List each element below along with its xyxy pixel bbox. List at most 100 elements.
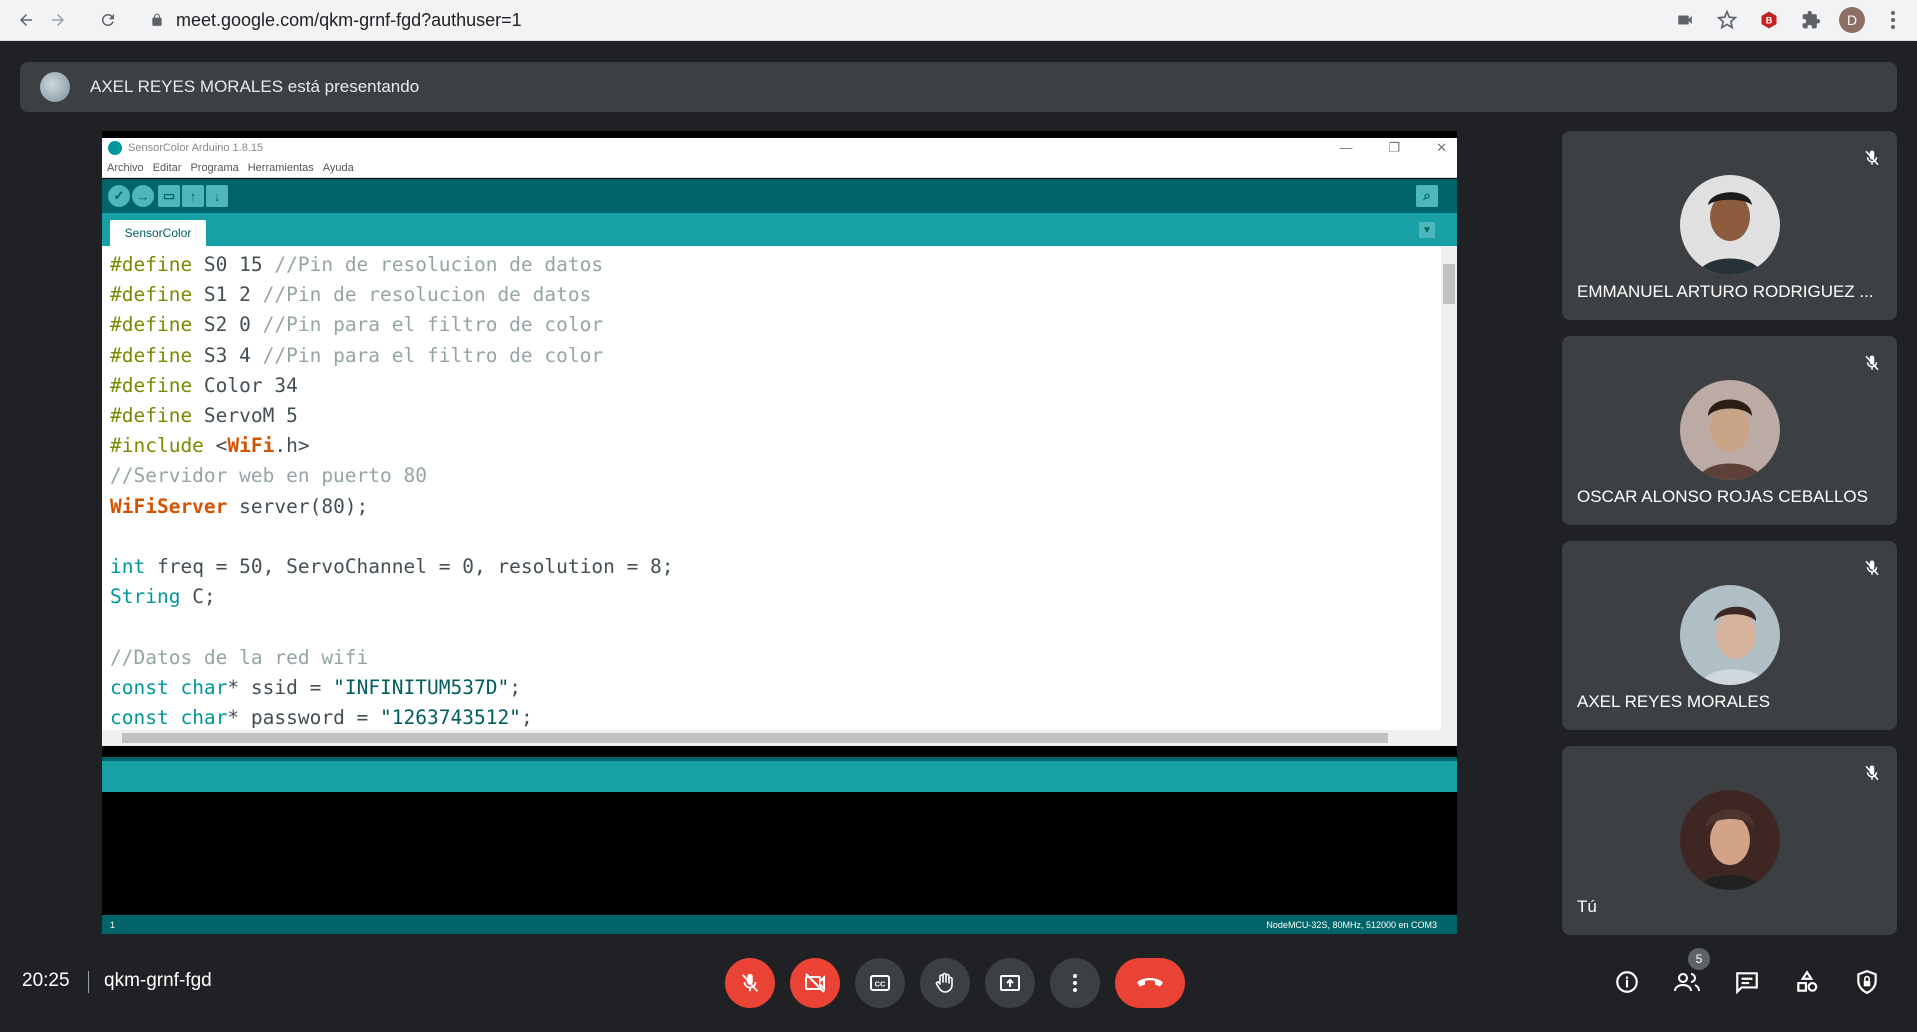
minimize-icon: —: [1339, 140, 1353, 155]
code-token: char: [180, 675, 228, 699]
vertical-scrollbar: [1441, 246, 1457, 730]
code-token: //Servidor web en puerto 80: [110, 464, 427, 488]
camera-toggle-button[interactable]: [790, 958, 840, 1008]
code-token: WiFi: [227, 434, 275, 458]
code-token: "INFINITUM537D": [333, 675, 510, 699]
captions-button[interactable]: CC: [855, 958, 905, 1008]
code-token: char: [180, 706, 228, 730]
code-token: #define: [110, 404, 193, 428]
activities-icon: [1797, 970, 1818, 992]
verify-icon: ✓: [108, 185, 130, 207]
reload-icon[interactable]: [94, 6, 122, 34]
browser-actions: B D: [1671, 6, 1907, 34]
ide-footer: 1 NodeMCU-32S, 80MHz, 512000 en COM3: [102, 915, 1457, 934]
menu-icon[interactable]: [1879, 6, 1907, 34]
url-host: meet.google.com: [176, 9, 315, 30]
star-icon[interactable]: [1713, 6, 1741, 34]
svg-text:CC: CC: [875, 980, 886, 989]
menu-archivo: Archivo: [107, 161, 144, 174]
present-button[interactable]: [985, 958, 1035, 1008]
ide-console: [102, 792, 1457, 918]
menu-herramientas: Herramientas: [247, 161, 314, 174]
participant-tile[interactable]: EMMANUEL ARTURO RODRIGUEZ ...: [1562, 131, 1897, 320]
code-token: ServoM 5: [192, 404, 298, 428]
more-options-button[interactable]: [1050, 958, 1100, 1008]
present-icon: [1000, 975, 1020, 991]
code-token: ;: [509, 675, 521, 699]
mic-toggle-button[interactable]: [725, 958, 775, 1008]
menu-ayuda: Ayuda: [322, 161, 354, 174]
code-token: #define: [110, 313, 193, 337]
code-token: S1 2: [192, 283, 263, 307]
presenting-text: AXEL REYES MORALES está presentando: [90, 77, 420, 96]
code-token: //Pin para el filtro de color: [262, 313, 604, 337]
code-token: #define: [110, 373, 193, 397]
camera-icon[interactable]: [1671, 6, 1699, 34]
code-line: #define S3 4 //Pin para el filtro de col…: [110, 341, 674, 371]
code-token: S2 0: [192, 313, 263, 337]
mic-off-icon: [1859, 555, 1885, 581]
host-controls-icon: [1857, 970, 1877, 995]
code-token: const: [110, 675, 169, 699]
chat-button[interactable]: [1730, 965, 1764, 999]
participant-tile-self[interactable]: Tú: [1562, 746, 1897, 935]
horizontal-scrollbar: [102, 730, 1457, 746]
info-icon: [1616, 971, 1638, 993]
code-token: //Pin de resolucion de datos: [262, 283, 592, 307]
captions-icon: CC: [870, 975, 890, 991]
host-controls-button[interactable]: [1850, 965, 1884, 999]
window-controls: — ❐ ✕: [1339, 140, 1447, 156]
line-number: 1: [110, 919, 116, 930]
browser-toolbar: meet.google.com/qkm-grnf-fgd?authuser=1 …: [0, 0, 1917, 41]
activities-button[interactable]: [1790, 965, 1824, 999]
code-token: int: [110, 555, 146, 579]
address-bar[interactable]: meet.google.com/qkm-grnf-fgd?authuser=1: [140, 4, 1660, 36]
puzzle-icon[interactable]: [1797, 6, 1825, 34]
mic-off-icon: [741, 973, 759, 992]
avatar: [1680, 380, 1780, 480]
participant-name: EMMANUEL ARTURO RODRIGUEZ ...: [1577, 282, 1874, 301]
participant-name: AXEL REYES MORALES: [1577, 692, 1771, 711]
code-line: String C;: [110, 582, 674, 612]
avatar: [1680, 790, 1780, 890]
back-icon[interactable]: [12, 6, 40, 34]
participant-tile[interactable]: OSCAR ALONSO ROJAS CEBALLOS: [1562, 336, 1897, 525]
scroll-thumb: [1443, 264, 1455, 304]
meeting-info-button[interactable]: [1610, 965, 1644, 999]
menu-programa: Programa: [190, 161, 239, 174]
code-token: <: [203, 434, 228, 458]
presenter-avatar: [40, 72, 70, 102]
leave-call-icon: [1137, 978, 1163, 987]
code-line: #define ServoM 5: [110, 401, 674, 431]
code-line: #define S1 2 //Pin de resolucion de dato…: [110, 280, 674, 310]
sketch-tab: SensorColor: [110, 220, 206, 246]
extension-b-icon[interactable]: B: [1755, 6, 1783, 34]
lock-icon: [150, 13, 164, 27]
svg-text:B: B: [1766, 15, 1773, 25]
code-token: //Pin de resolucion de datos: [274, 253, 604, 276]
code-text: #define S0 15 //Pin de resolucion de dat…: [110, 250, 674, 733]
leave-call-button[interactable]: [1115, 958, 1185, 1008]
save-file-icon: ↓: [206, 185, 228, 207]
code-token: const: [110, 706, 169, 730]
code-token: #define: [110, 343, 193, 367]
people-button[interactable]: [1670, 965, 1704, 999]
code-token: #include: [110, 434, 204, 458]
code-token: server(80);: [227, 494, 369, 518]
raise-hand-button[interactable]: [920, 958, 970, 1008]
ide-toolbar: ✓ → ▭ ↑ ↓ ⌕: [102, 179, 1457, 213]
profile-avatar[interactable]: D: [1839, 7, 1865, 33]
ide-tabbar: SensorColor ▼: [102, 213, 1457, 246]
code-token: S0 15: [192, 253, 275, 276]
forward-icon[interactable]: [44, 6, 72, 34]
participant-tile[interactable]: AXEL REYES MORALES: [1562, 541, 1897, 730]
code-line: #include <WiFi.h>: [110, 431, 674, 461]
code-token: S3 4: [192, 343, 263, 367]
more-options-icon: [1073, 974, 1077, 992]
mic-off-icon: [1859, 760, 1885, 786]
code-token: * ssid =: [227, 675, 334, 699]
code-line: const char* password = "1263743512";: [110, 703, 674, 733]
